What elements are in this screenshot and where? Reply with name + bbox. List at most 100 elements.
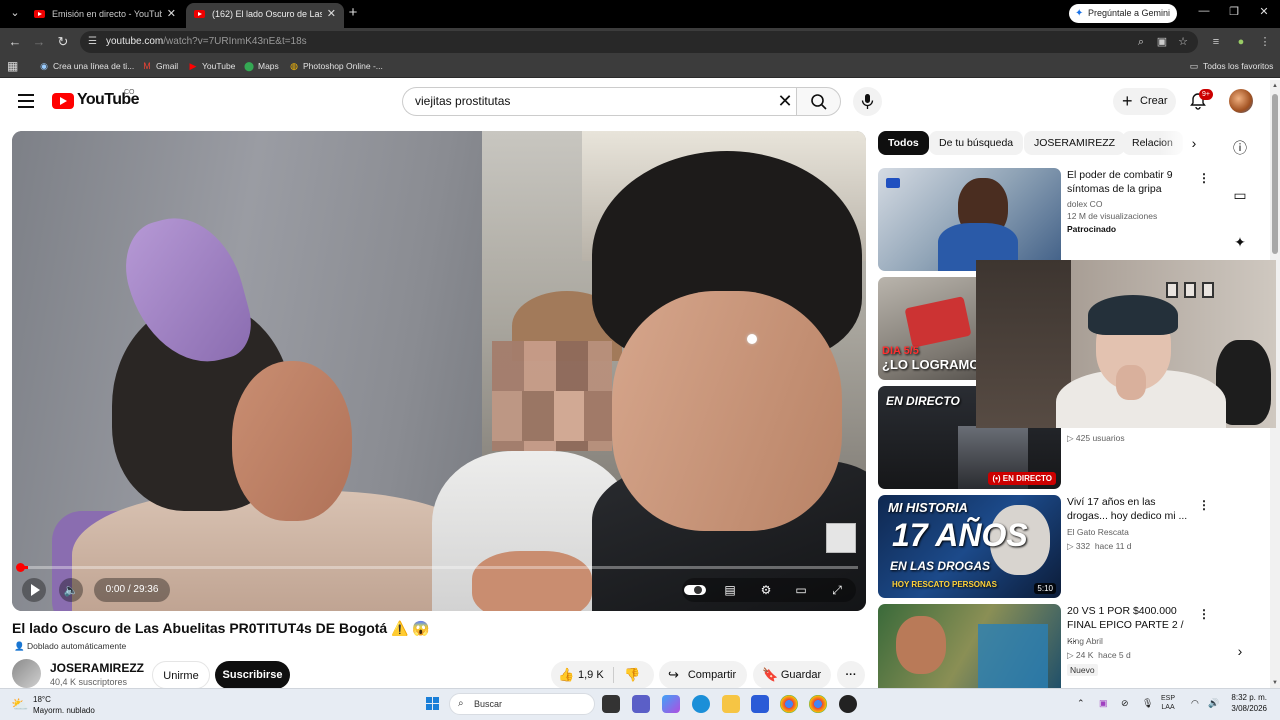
tray-network-off-icon[interactable]: ⊘ bbox=[1121, 698, 1129, 709]
chrome-icon[interactable] bbox=[780, 695, 798, 713]
chevron-right-icon[interactable]: › bbox=[1185, 133, 1203, 153]
file-explorer-icon[interactable] bbox=[722, 695, 740, 713]
task-view-icon[interactable] bbox=[602, 695, 620, 713]
reload-icon[interactable]: ↻ bbox=[55, 34, 71, 50]
install-app-icon[interactable]: ▣ bbox=[1155, 35, 1169, 49]
weather-widget[interactable]: 18°C Mayorm. nublado bbox=[33, 694, 95, 716]
back-icon[interactable]: ← bbox=[7, 34, 23, 50]
tab-current-video[interactable]: (162) El lado Oscuro de Las Abu ✕ bbox=[186, 3, 344, 28]
chevron-right-icon[interactable]: › bbox=[1232, 643, 1248, 663]
rec-title[interactable]: El poder de combatir 9 síntomas de la gr… bbox=[1067, 168, 1193, 196]
clear-search-icon[interactable]: ✕ bbox=[775, 91, 795, 111]
tray-app-icon[interactable]: ▣ bbox=[1099, 698, 1108, 709]
bookmark-youtube[interactable]: ▶ YouTube bbox=[188, 56, 236, 77]
tab-close-icon[interactable]: ✕ bbox=[167, 3, 176, 25]
search-button[interactable] bbox=[796, 87, 841, 116]
more-actions-button[interactable]: ··· bbox=[837, 661, 865, 689]
bookmark-timeline[interactable]: ◉ Crea una línea de ti... bbox=[39, 56, 134, 77]
voice-search-button[interactable] bbox=[853, 87, 882, 116]
apps-grid-icon[interactable]: ▦ bbox=[7, 60, 19, 72]
bookmark-photoshop[interactable]: ◍ Photoshop Online -... bbox=[289, 56, 383, 77]
share-button[interactable]: ↪ Compartir bbox=[659, 661, 747, 689]
wifi-icon[interactable]: ◠ bbox=[1191, 698, 1199, 709]
chip-channel[interactable]: JOSERAMIREZZ bbox=[1024, 131, 1126, 155]
address-bar[interactable]: ☰ youtube.com/watch?v=7URInmK43nE&t=18s … bbox=[80, 31, 1198, 53]
volume-icon[interactable]: 🔈 bbox=[59, 578, 83, 602]
restore-icon[interactable]: ❐ bbox=[1224, 5, 1244, 18]
gemini-button[interactable]: ✦ Pregúntale a Gemini bbox=[1069, 4, 1177, 23]
scroll-up-icon[interactable]: ▲ bbox=[1272, 83, 1278, 89]
all-bookmarks[interactable]: ▭ Todos los favoritos bbox=[1189, 56, 1274, 77]
teams-icon[interactable] bbox=[632, 695, 650, 713]
bookmark-maps[interactable]: ⬤ Maps bbox=[244, 56, 279, 77]
rec-channel[interactable]: El Gato Rescata bbox=[1067, 526, 1129, 539]
tab-search-chevron-icon[interactable]: ⌄ bbox=[6, 6, 24, 22]
tray-chevron-icon[interactable]: ⌃ bbox=[1077, 698, 1085, 709]
channel-avatar[interactable] bbox=[12, 659, 41, 688]
rec-more-icon[interactable]: ⋮ bbox=[1196, 498, 1212, 512]
autoplay-toggle[interactable] bbox=[684, 585, 706, 595]
store-icon[interactable] bbox=[751, 695, 769, 713]
progress-scrubber[interactable] bbox=[16, 563, 25, 572]
window-close-icon[interactable]: ✕ bbox=[1254, 5, 1274, 18]
media-controls-icon[interactable]: ≡ bbox=[1208, 34, 1224, 50]
bookmark-star-icon[interactable]: ☆ bbox=[1176, 35, 1190, 49]
rec-stats: ▷ 24 K hace 5 d bbox=[1067, 650, 1131, 660]
video-player[interactable]: 🔈 0:00 / 29:36 ▤ ⚙ ▭ ⤢ bbox=[12, 131, 866, 611]
chip-from-search[interactable]: De tu búsqueda bbox=[929, 131, 1024, 155]
play-button[interactable] bbox=[22, 578, 46, 602]
fullscreen-icon[interactable]: ⤢ bbox=[827, 580, 847, 600]
search-query[interactable]: viejitas prostitutas bbox=[415, 88, 510, 115]
subscribe-button[interactable]: Suscribirse bbox=[215, 661, 290, 689]
rec-title[interactable]: Viví 17 años en las drogas... hoy dedico… bbox=[1067, 495, 1193, 523]
subtitles-icon[interactable]: ▤ bbox=[720, 580, 740, 600]
weather-cloud-icon[interactable]: ⛅ bbox=[11, 696, 28, 713]
bookmark-gmail[interactable]: M Gmail bbox=[142, 56, 178, 77]
taskbar-clock[interactable]: 8:32 p. m. 3/08/2026 bbox=[1223, 692, 1267, 714]
channel-name[interactable]: JOSERAMIREZZ bbox=[50, 661, 144, 675]
menu-icon[interactable] bbox=[18, 94, 34, 108]
tab-close-icon[interactable]: ✕ bbox=[327, 3, 336, 25]
join-button[interactable]: Unirme bbox=[152, 661, 210, 689]
minimize-icon[interactable]: — bbox=[1194, 5, 1214, 17]
tab-live-stream[interactable]: Emisión en directo - YouTube S ✕ bbox=[26, 3, 184, 28]
rec-thumbnail[interactable] bbox=[878, 604, 1061, 688]
site-info-icon[interactable]: ☰ bbox=[88, 36, 100, 48]
rec-thumbnail[interactable]: MI HISTORIA 17 AÑOS EN LAS DROGAS HOY RE… bbox=[878, 495, 1061, 598]
progress-bar[interactable] bbox=[20, 566, 858, 569]
copilot-icon[interactable] bbox=[662, 695, 680, 713]
windows-start-icon[interactable] bbox=[426, 697, 440, 711]
thumbs-down-icon[interactable]: 👎 bbox=[624, 661, 640, 689]
create-button[interactable]: + Crear bbox=[1113, 88, 1176, 115]
browser-menu-icon[interactable]: ⋮ bbox=[1257, 34, 1273, 50]
account-avatar[interactable] bbox=[1229, 89, 1253, 113]
profile-icon[interactable]: ● bbox=[1233, 34, 1249, 50]
scrollbar-thumb[interactable] bbox=[1272, 94, 1278, 254]
forward-icon[interactable]: → bbox=[31, 34, 47, 50]
edge-icon[interactable] bbox=[692, 695, 710, 713]
search-input[interactable]: viejitas prostitutas bbox=[402, 87, 796, 116]
speaker-icon[interactable]: 🔊 bbox=[1208, 698, 1219, 709]
rec-more-icon[interactable]: ⋮ bbox=[1196, 171, 1212, 185]
chip-all[interactable]: Todos bbox=[878, 131, 929, 155]
channel-watermark-icon[interactable] bbox=[826, 523, 856, 553]
youtube-logo-icon[interactable] bbox=[52, 93, 74, 109]
save-button[interactable]: 🔖 Guardar bbox=[753, 661, 831, 689]
app-icon[interactable] bbox=[839, 695, 857, 713]
chrome-profile-icon[interactable] bbox=[809, 695, 827, 713]
zoom-icon[interactable]: ⌕ bbox=[1134, 35, 1148, 49]
chat-icon[interactable]: ▭ bbox=[1230, 185, 1250, 205]
language-indicator[interactable]: ESP LAA bbox=[1161, 694, 1175, 712]
gemini-sparkle-icon[interactable]: ✦ bbox=[1230, 232, 1250, 252]
settings-gear-icon[interactable]: ⚙ bbox=[756, 580, 776, 600]
rec-more-icon[interactable]: ⋮ bbox=[1196, 607, 1212, 621]
new-tab-button[interactable]: + bbox=[346, 4, 360, 21]
rec-thumbnail[interactable] bbox=[878, 168, 1061, 271]
theater-mode-icon[interactable]: ▭ bbox=[791, 580, 811, 600]
taskbar-search[interactable]: ⌕ Buscar bbox=[449, 693, 595, 715]
tray-mic-icon[interactable]: 🎙 bbox=[1142, 698, 1153, 709]
info-icon[interactable]: ⓘ bbox=[1230, 138, 1250, 158]
rec-channel[interactable]: King Abril bbox=[1067, 635, 1103, 648]
scroll-down-icon[interactable]: ▼ bbox=[1272, 680, 1278, 686]
like-button[interactable]: 👍 1,9 K 👎 bbox=[551, 661, 654, 689]
